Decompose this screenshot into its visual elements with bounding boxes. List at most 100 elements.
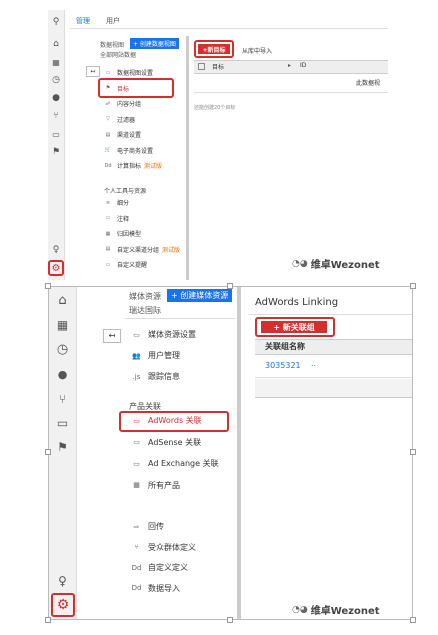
menu-item-icon: 👥 <box>132 351 141 360</box>
menu-item-label: 渠道设置 <box>117 132 142 139</box>
link-group-id[interactable]: 3035321 <box>265 361 301 370</box>
resize-handle[interactable] <box>410 449 416 455</box>
bottom-left-rail: ⌂ ▦ ◷ ● ⑂ ▭ ⚑ ♀ ⚙ <box>49 287 77 619</box>
tab-admin[interactable]: 管理 <box>76 16 90 26</box>
select-all-checkbox[interactable] <box>198 63 205 70</box>
menu-item[interactable]: ▽ 过滤器 <box>104 115 135 124</box>
menu-item[interactable]: 🛒 电子商务设置 <box>104 146 153 155</box>
menu-item[interactable]: ▭ 自定义提醒 <box>104 260 147 270</box>
menu-item-label: 细分 <box>117 200 130 207</box>
resize-handle[interactable] <box>227 617 233 623</box>
menu-item-icon: ▭ <box>133 438 140 446</box>
flag-icon[interactable]: ⚑ <box>50 146 62 158</box>
menu-item-icon: ▭ <box>105 69 111 76</box>
menu-item-icon: ≋ <box>105 199 111 206</box>
menu-item-label: 电子商务设置 <box>117 147 154 155</box>
flow-icon[interactable]: ⑂ <box>55 391 70 406</box>
resize-handle[interactable] <box>410 283 416 289</box>
menu-item-label: 媒体资源设置 <box>148 330 196 339</box>
menu-item[interactable]: ▦ 所有产品 <box>131 480 180 491</box>
menu-item[interactable]: Dd 计算指标 测试版 <box>104 161 162 171</box>
resize-handle[interactable] <box>45 617 51 623</box>
row-ellipsis: .. <box>311 359 317 368</box>
resize-handle[interactable] <box>227 283 233 289</box>
menu-item-label: 归因模型 <box>117 231 142 238</box>
create-property-button[interactable]: + 创建媒体资源 <box>167 289 233 302</box>
wechat-icon: ◔◕ <box>292 258 308 269</box>
menu-item-icon: ⑂ <box>134 543 139 551</box>
menu-item[interactable]: ☍ 内容分组 <box>104 99 141 109</box>
resize-handle[interactable] <box>45 283 51 289</box>
import-from-gallery-link[interactable]: 从库中导入 <box>242 46 272 55</box>
goals-remaining-text: 还能创建20个目标 <box>194 105 236 111</box>
clock-icon[interactable]: ◷ <box>50 74 62 86</box>
search-icon[interactable]: ⚲ <box>50 16 62 28</box>
menu-item-icon: ▦ <box>133 481 140 489</box>
menu-item[interactable]: ▭ 数据视图设置 <box>104 68 154 78</box>
menu-item[interactable]: 👥 用户管理 <box>131 350 180 361</box>
menu-item[interactable]: .js 跟踪信息 <box>131 371 180 382</box>
clock-icon[interactable]: ◷ <box>55 342 70 357</box>
flow-icon[interactable]: ⑂ <box>50 110 62 122</box>
menu-item-label: AdSense 关联 <box>148 437 202 447</box>
tab-underline <box>70 28 388 29</box>
property-label: 媒体资源 <box>129 292 161 301</box>
table-empty-row <box>255 379 412 398</box>
home-icon[interactable]: ⌂ <box>55 293 70 308</box>
top-screenshot: ⚲ ⌂ ▦ ◷ ● ⑂ ▭ ⚑ ♀ ⚙ 管理 用户 数据视图 + 创建数据视图 … <box>48 10 388 280</box>
menu-item-icon: Dd <box>131 563 142 572</box>
top-panel-divider <box>186 36 189 280</box>
dashboard-icon[interactable]: ▦ <box>50 56 62 68</box>
menu-item[interactable]: ▭ 注释 <box>104 214 129 223</box>
person-icon[interactable]: ● <box>55 367 70 382</box>
window-icon[interactable]: ▭ <box>50 128 62 140</box>
menu-item[interactable]: ▭ AdSense 关联 <box>131 437 201 448</box>
new-goal-button[interactable]: +新目标 <box>198 44 230 54</box>
account-name: 瑞达国际 <box>129 306 161 315</box>
resize-handle[interactable] <box>45 449 51 455</box>
menu-item[interactable]: ▤ 自定义渠道分组 测试版 <box>104 245 180 254</box>
menu-item[interactable]: Dd 数据导入 <box>131 583 180 594</box>
col-goal[interactable]: 目标 <box>212 62 224 71</box>
resize-handle[interactable] <box>410 617 416 623</box>
flag-icon[interactable]: ⚑ <box>55 439 70 454</box>
menu-item-label: 数据视图设置 <box>117 70 154 77</box>
menu-item[interactable]: ⇨ 回传 <box>131 521 164 532</box>
menu-item[interactable]: Dd 自定义定义 <box>131 562 188 573</box>
create-view-button[interactable]: + 创建数据视图 <box>130 38 179 49</box>
adwords-highlight <box>119 411 229 432</box>
bulb-icon[interactable]: ♀ <box>55 573 70 588</box>
window-icon[interactable]: ▭ <box>55 415 70 430</box>
menu-item[interactable]: ▤ 渠道设置 <box>104 130 142 140</box>
gear-icon[interactable]: ⚙ <box>55 597 71 613</box>
menu-item-label: 计算指标 <box>117 163 142 170</box>
home-icon[interactable]: ⌂ <box>50 38 62 50</box>
dashboard-icon[interactable]: ▦ <box>55 317 70 332</box>
col-id[interactable]: ID <box>300 62 306 69</box>
menu-item[interactable]: ≋ 细分 <box>104 198 130 208</box>
menu-item-label: 注释 <box>117 215 130 223</box>
top-watermark: ◔◕ 维卓Wezonet <box>292 256 380 272</box>
menu-item[interactable]: ▭ Ad Exchange 关联 <box>131 458 218 469</box>
sort-icon[interactable]: ▸ <box>288 62 291 69</box>
menu-item[interactable]: ▭ 媒体资源设置 <box>131 329 196 340</box>
beta-tag: 测试版 <box>162 246 181 254</box>
bottom-frame: ⌂ ▦ ◷ ● ⑂ ▭ ⚑ ♀ ⚙ 媒体资源 + 创建媒体资源 瑞达国际 ↤ ▭… <box>48 286 413 620</box>
top-section-title: 个人工具与资源 <box>104 188 147 195</box>
tab-user[interactable]: 用户 <box>106 16 120 26</box>
back-arrow-icon[interactable]: ↤ <box>86 66 100 77</box>
menu-item-label: 过滤器 <box>117 116 136 124</box>
back-arrow-icon[interactable]: ↤ <box>103 329 121 343</box>
view-label: 数据视图 <box>100 42 125 49</box>
title-underline <box>249 314 412 315</box>
menu-item-label: 数据导入 <box>148 583 180 593</box>
new-link-group-button[interactable]: + 新关联组 <box>261 321 327 333</box>
menu-item-icon: Dd <box>131 584 142 592</box>
col-link-group-name[interactable]: 关联组名称 <box>265 341 305 352</box>
menu-item[interactable]: ▦ 归因模型 <box>104 229 142 239</box>
menu-item[interactable]: ⑂ 受众群体定义 <box>131 542 196 553</box>
person-icon[interactable]: ● <box>50 92 62 104</box>
gear-icon[interactable]: ⚙ <box>50 262 62 274</box>
link-row-line <box>255 377 412 378</box>
bulb-icon[interactable]: ♀ <box>50 244 62 256</box>
